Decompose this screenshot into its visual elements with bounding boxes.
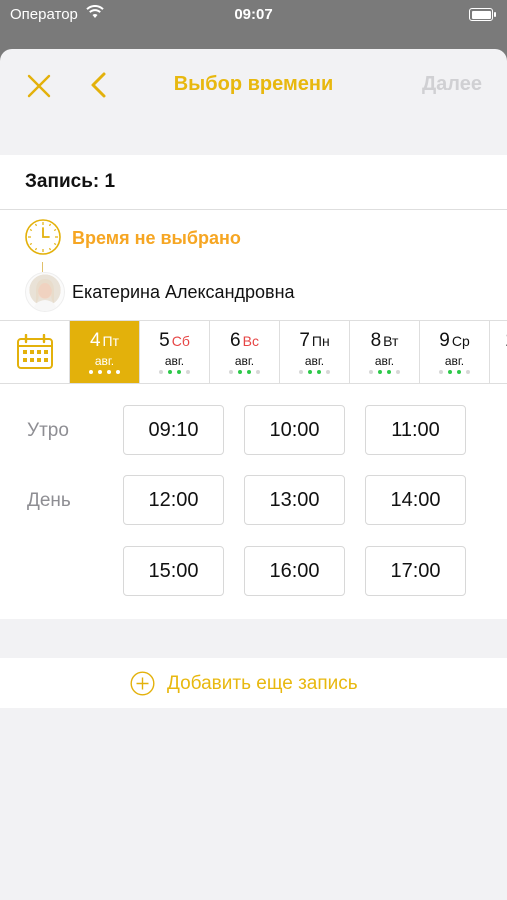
date-item-month: авг.	[234, 354, 255, 368]
availability-dot	[247, 370, 251, 374]
status-bar: Оператор 09:07	[0, 0, 507, 30]
availability-dots	[70, 370, 139, 374]
availability-dot	[448, 370, 452, 374]
date-item-weekday: Ср	[451, 333, 470, 349]
calendar-button[interactable]	[0, 321, 70, 383]
availability-dot	[177, 370, 181, 374]
avatar-image	[33, 279, 57, 311]
calendar-icon	[17, 334, 53, 369]
availability-dots	[140, 370, 209, 374]
status-time: 09:07	[234, 6, 273, 23]
availability-dot	[238, 370, 242, 374]
availability-dot	[256, 370, 260, 374]
record-card: Запись: 1 Время не выбрано Екатерина Але…	[0, 155, 507, 619]
date-item-weekday: Вс	[242, 333, 259, 349]
availability-dot	[439, 370, 443, 374]
date-item-month: авг.	[444, 354, 465, 368]
availability-dots	[280, 370, 349, 374]
availability-dot	[98, 370, 102, 374]
clock-icon	[25, 219, 61, 255]
time-slot[interactable]: 10:00	[244, 405, 345, 455]
navigation-bar: Выбор времени Далее	[0, 49, 507, 123]
availability-dot	[466, 370, 470, 374]
date-item-day: 6	[230, 330, 241, 351]
date-item[interactable]: 7 Пн авг.	[280, 321, 350, 383]
time-picker-sheet: Выбор времени Далее Запись: 1 Время не в…	[0, 49, 507, 900]
date-item[interactable]: 9 Ср авг.	[420, 321, 490, 383]
master-row[interactable]: Екатерина Александровна	[0, 264, 507, 320]
time-slot[interactable]: 17:00	[365, 546, 466, 596]
availability-dot	[378, 370, 382, 374]
date-item[interactable]: 10Чт авг.	[490, 321, 507, 383]
availability-dot	[168, 370, 172, 374]
add-record-button[interactable]: Добавить еще запись	[0, 658, 507, 708]
availability-dot	[317, 370, 321, 374]
battery-icon	[469, 8, 496, 21]
date-item[interactable]: 8 Вт авг.	[350, 321, 420, 383]
availability-dots	[210, 370, 279, 374]
date-item-month: авг.	[490, 354, 507, 368]
date-item-day: 5	[159, 330, 170, 351]
date-item-day: 4	[89, 330, 101, 351]
next-button[interactable]: Далее	[422, 73, 482, 96]
availability-dot	[89, 370, 93, 374]
availability-dot	[326, 370, 330, 374]
date-item-header: 4 Пт	[70, 330, 139, 352]
availability-dot	[186, 370, 190, 374]
time-slots: Утро День 09:10 10:00 11:00 12:00 13:00 …	[0, 384, 507, 619]
date-item-weekday: Сб	[171, 333, 190, 349]
availability-dot	[229, 370, 233, 374]
availability-dots	[350, 370, 419, 374]
date-item-month: авг.	[94, 354, 115, 368]
time-slot[interactable]: 15:00	[123, 546, 224, 596]
add-record-label: Добавить еще запись	[167, 673, 358, 694]
availability-dots	[420, 370, 489, 374]
date-item-day: 9	[439, 330, 450, 351]
master-name: Екатерина Александровна	[72, 282, 295, 302]
availability-dots	[490, 370, 507, 374]
availability-dot	[299, 370, 303, 374]
period-label-morning: Утро	[27, 420, 69, 441]
time-slot[interactable]: 16:00	[244, 546, 345, 596]
availability-dot	[308, 370, 312, 374]
date-item-header: 6 Вс	[210, 330, 279, 352]
availability-dot	[107, 370, 111, 374]
date-item[interactable]: 4 Пт авг.	[70, 321, 140, 383]
date-item[interactable]: 5 Сб авг.	[140, 321, 210, 383]
date-item-header: 7 Пн	[280, 330, 349, 352]
time-slot[interactable]: 14:00	[365, 475, 466, 525]
date-item-day: 8	[370, 330, 382, 351]
date-item-header: 9 Ср	[420, 330, 489, 352]
date-item[interactable]: 6 Вс авг.	[210, 321, 280, 383]
period-label-day: День	[27, 490, 71, 511]
date-item-month: авг.	[164, 354, 185, 368]
time-slot[interactable]: 12:00	[123, 475, 224, 525]
date-item-weekday: Пн	[311, 333, 330, 349]
record-title: Запись: 1	[0, 155, 507, 210]
avatar	[25, 272, 65, 312]
date-item-month: авг.	[374, 354, 395, 368]
date-item-weekday: Пт	[102, 333, 120, 349]
availability-dot	[387, 370, 391, 374]
date-item-day: 7	[299, 330, 310, 351]
time-slot[interactable]: 11:00	[365, 405, 466, 455]
selected-time-row: Время не выбрано	[0, 210, 507, 272]
date-strip[interactable]: 4 Пт авг. 5 Сб авг. 6 Вс авг. 7 Пн авг. 8 Вт авг. 9 Ср ав…	[0, 320, 507, 384]
day-list: 4 Пт авг. 5 Сб авг. 6 Вс авг. 7 Пн авг. 8 Вт авг. 9 Ср ав…	[70, 321, 507, 383]
date-item-header: 10Чт	[490, 330, 507, 352]
date-item-month: авг.	[304, 354, 325, 368]
date-item-header: 5 Сб	[140, 330, 209, 352]
availability-dot	[116, 370, 120, 374]
availability-dot	[159, 370, 163, 374]
availability-dot	[369, 370, 373, 374]
time-slot[interactable]: 09:10	[123, 405, 224, 455]
date-item-weekday: Вт	[383, 333, 399, 349]
date-item-header: 8 Вт	[350, 330, 419, 352]
plus-circle-icon	[130, 671, 155, 696]
availability-dot	[396, 370, 400, 374]
time-slot[interactable]: 13:00	[244, 475, 345, 525]
availability-dot	[457, 370, 461, 374]
time-status-label: Время не выбрано	[72, 228, 241, 248]
